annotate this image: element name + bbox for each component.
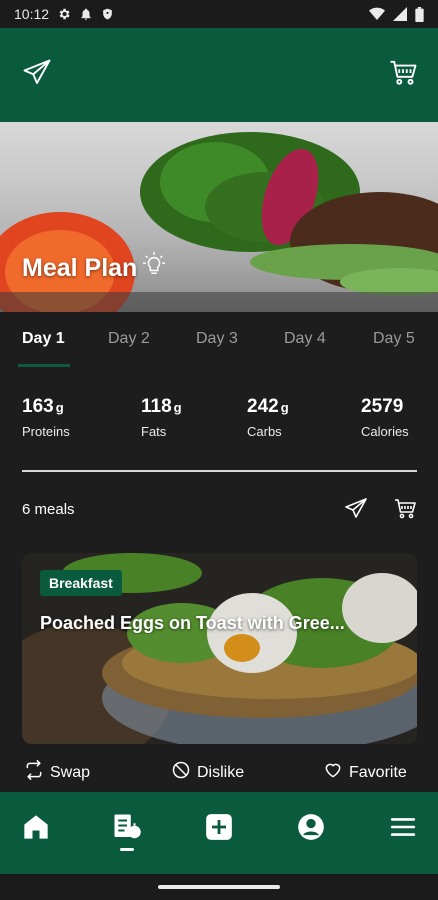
tab-day-3[interactable]: Day 3	[196, 330, 238, 348]
macro-label: Carbs	[247, 424, 282, 439]
notification-bell-icon	[79, 7, 93, 21]
macro-carbs: 242 g Carbs	[247, 396, 289, 439]
meal-plan-icon	[112, 812, 142, 847]
macro-value: 242	[247, 396, 279, 417]
page-title: Meal Plan	[22, 252, 166, 285]
meals-header: 6 meals	[0, 490, 438, 530]
settings-icon	[57, 7, 71, 21]
lightbulb-icon[interactable]	[143, 252, 166, 285]
tab-day-2[interactable]: Day 2	[108, 330, 150, 348]
shield-icon	[101, 7, 114, 21]
macro-label: Proteins	[22, 424, 70, 439]
send-icon	[22, 58, 52, 93]
page-title-text: Meal Plan	[22, 254, 138, 282]
nav-profile[interactable]	[296, 813, 326, 846]
meal-title: Poached Eggs on Toast with Gree...	[40, 613, 345, 633]
signal-icon	[393, 7, 407, 21]
favorite-button[interactable]: Favorite	[323, 760, 407, 785]
macro-label: Fats	[141, 424, 167, 439]
cart-icon	[388, 58, 418, 93]
macro-unit: g	[280, 400, 289, 415]
swap-icon	[24, 760, 44, 785]
tab-day-1[interactable]: Day 1	[22, 330, 65, 348]
system-gesture-area	[0, 874, 438, 900]
wifi-icon	[369, 7, 385, 21]
add-meals-to-cart-button[interactable]	[392, 498, 418, 524]
swap-label: Swap	[50, 763, 91, 781]
macro-label: Calories	[361, 424, 409, 439]
share-meals-button[interactable]	[343, 497, 369, 526]
macro-value: 163	[22, 396, 54, 417]
app-bar	[0, 28, 438, 122]
meal-type-badge: Breakfast	[40, 570, 122, 596]
active-tab-indicator	[18, 364, 70, 367]
tab-day-5[interactable]: Day 5	[373, 330, 415, 348]
block-icon	[171, 760, 191, 785]
battery-icon	[415, 6, 424, 22]
heart-icon	[323, 760, 343, 785]
send-icon	[344, 497, 368, 526]
day-tabs: Day 1 Day 2 Day 3 Day 4 Day 5	[0, 312, 438, 368]
cart-icon	[393, 497, 417, 526]
nav-add[interactable]	[204, 813, 234, 846]
tab-day-4[interactable]: Day 4	[284, 330, 326, 348]
dislike-button[interactable]: Dislike	[171, 760, 244, 785]
macro-proteins: 163 g Proteins	[22, 396, 70, 439]
macro-fats: 118 g Fats	[141, 396, 182, 439]
active-nav-indicator	[120, 848, 134, 851]
macro-value: 118	[141, 396, 172, 417]
shopping-cart-button[interactable]	[386, 58, 420, 92]
hero-banner: Meal Plan	[0, 122, 438, 312]
share-plan-button[interactable]	[20, 58, 54, 92]
meal-card[interactable]: Breakfast Poached Eggs on Toast with Gre…	[22, 553, 417, 744]
dislike-label: Dislike	[197, 763, 245, 781]
home-gesture-bar[interactable]	[158, 885, 280, 889]
bottom-navigation	[0, 792, 438, 874]
nav-home[interactable]	[21, 814, 51, 844]
swap-button[interactable]: Swap	[24, 760, 90, 785]
macro-value: 2579	[361, 396, 404, 417]
status-time: 10:12	[14, 6, 50, 22]
nav-meal-plan[interactable]	[112, 814, 142, 844]
menu-icon	[390, 814, 416, 845]
divider	[22, 470, 417, 472]
nav-menu[interactable]	[388, 814, 418, 844]
meals-count: 6 meals	[22, 501, 75, 518]
favorite-label: Favorite	[349, 763, 407, 781]
status-bar: 10:12	[0, 0, 438, 28]
macros-summary: 163 g Proteins 118 g Fats 242 g Carbs 2579 …	[0, 390, 438, 460]
macro-calories: 2579 Calories	[361, 396, 409, 439]
meal-actions: Swap Dislike Favorite	[0, 752, 438, 790]
macro-unit: g	[55, 400, 64, 415]
add-icon	[205, 813, 233, 846]
home-icon	[22, 813, 50, 846]
profile-icon	[297, 813, 325, 846]
macro-unit: g	[173, 400, 182, 415]
